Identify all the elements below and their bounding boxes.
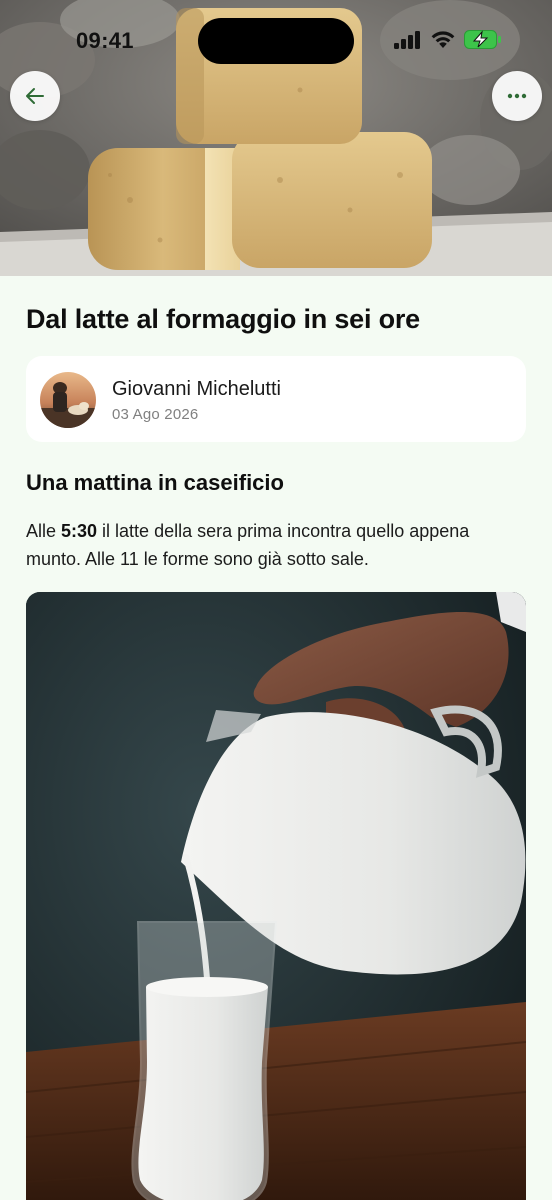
status-time: 09:41	[76, 28, 134, 53]
cellular-signal-icon	[394, 30, 420, 49]
more-options-button[interactable]	[492, 71, 542, 121]
more-dots-icon	[507, 93, 527, 99]
publish-date: 03 Ago 2026	[112, 406, 199, 423]
article-paragraph: Alle 5:30 il latte della sera prima inco…	[26, 517, 526, 573]
paragraph-highlight-time: 5:30	[61, 521, 98, 541]
arrow-left-icon	[26, 88, 44, 104]
author-avatar-image	[40, 372, 96, 428]
author-card[interactable]: Giovanni Michelutti 03 Ago 2026	[26, 356, 526, 442]
paragraph-prefix: Alle	[26, 521, 62, 541]
milk-pouring-image	[26, 592, 526, 1200]
dynamic-island	[198, 18, 354, 64]
wifi-icon	[431, 31, 455, 48]
section-title: Una mattina in caseificio	[26, 470, 284, 495]
battery-charging-icon	[464, 30, 501, 49]
author-name[interactable]: Giovanni Michelutti	[112, 378, 281, 401]
article-screen: 09:41 Dal latte al formaggio in sei ore …	[0, 0, 552, 1200]
milk-photo[interactable]	[26, 592, 526, 1200]
avatar[interactable]	[40, 372, 96, 428]
status-bar: 09:41	[0, 0, 552, 80]
status-icons	[394, 30, 502, 49]
article-title: Dal latte al formaggio in sei ore	[26, 304, 420, 334]
back-button[interactable]	[10, 71, 60, 121]
